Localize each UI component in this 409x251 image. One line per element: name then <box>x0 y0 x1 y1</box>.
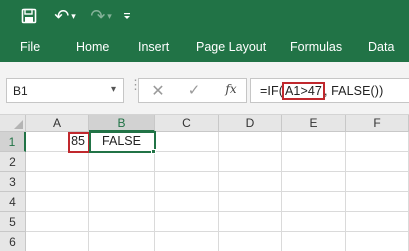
quick-access-toolbar: ↶ ▾ ↷ ▾ <box>0 0 409 32</box>
formula-text: =IF(A1>47, FALSE()) <box>260 82 384 100</box>
cell-b2[interactable] <box>89 152 155 172</box>
cell-f4[interactable] <box>346 192 409 212</box>
cell-f3[interactable] <box>346 172 409 192</box>
cell-d6[interactable] <box>219 232 282 251</box>
cell-a4[interactable] <box>26 192 89 212</box>
cell-a1[interactable]: 85 <box>26 132 89 152</box>
cell-d2[interactable] <box>219 152 282 172</box>
tab-file[interactable]: File <box>20 32 40 62</box>
row-header-4[interactable]: 4 <box>0 192 26 212</box>
undo-dropdown-icon[interactable]: ▾ <box>71 11 76 22</box>
cell-f6[interactable] <box>346 232 409 251</box>
row-header-1[interactable]: 1 <box>0 132 26 152</box>
formula-input[interactable]: =IF(A1>47, FALSE()) <box>250 78 409 103</box>
cell-b5[interactable] <box>89 212 155 232</box>
column-header-f[interactable]: F <box>346 115 409 132</box>
formula-prefix: =IF( <box>260 84 283 98</box>
enter-icon[interactable]: ✓ <box>185 81 203 101</box>
customize-icon[interactable] <box>120 6 134 26</box>
undo-glyph: ↶ <box>54 6 70 26</box>
column-header-c[interactable]: C <box>155 115 219 132</box>
column-header-b[interactable]: B <box>89 115 155 132</box>
select-all-button[interactable] <box>0 115 26 132</box>
row-header-6[interactable]: 6 <box>0 232 26 251</box>
formula-suffix: , FALSE()) <box>323 84 384 98</box>
cell-d3[interactable] <box>219 172 282 192</box>
cell-f1[interactable] <box>346 132 409 152</box>
cell-e1[interactable] <box>282 132 346 152</box>
formula-buttons: ✕ ✓ fx <box>138 78 247 103</box>
cancel-icon[interactable]: ✕ <box>149 81 167 101</box>
tab-formulas[interactable]: Formulas <box>290 32 342 62</box>
cell-b1[interactable]: FALSE <box>89 132 155 152</box>
name-box[interactable]: B1 ▾ <box>6 78 124 103</box>
select-all-triangle-icon <box>14 120 23 129</box>
cell-a2[interactable] <box>26 152 89 172</box>
cell-b4[interactable] <box>89 192 155 212</box>
cell-f5[interactable] <box>346 212 409 232</box>
cell-c1[interactable] <box>155 132 219 152</box>
name-box-dropdown-icon[interactable]: ▾ <box>111 84 116 95</box>
row-header-5[interactable]: 5 <box>0 212 26 232</box>
column-header-e[interactable]: E <box>282 115 346 132</box>
row-header-2[interactable]: 2 <box>0 152 26 172</box>
formula-reference-highlight: A1>47 <box>281 82 325 100</box>
cell-c2[interactable] <box>155 152 219 172</box>
save-icon[interactable] <box>19 6 39 26</box>
cell-c5[interactable] <box>155 212 219 232</box>
tab-home[interactable]: Home <box>76 32 109 62</box>
fill-handle[interactable] <box>151 149 156 154</box>
cell-d1[interactable] <box>219 132 282 152</box>
cell-e6[interactable] <box>282 232 346 251</box>
cell-a3[interactable] <box>26 172 89 192</box>
redo-glyph: ↷ <box>90 6 106 26</box>
column-header-d[interactable]: D <box>219 115 282 132</box>
cell-a5[interactable] <box>26 212 89 232</box>
cell-b3[interactable] <box>89 172 155 192</box>
cell-e5[interactable] <box>282 212 346 232</box>
cell-e3[interactable] <box>282 172 346 192</box>
insert-function-icon[interactable]: fx <box>222 82 240 100</box>
tab-insert[interactable]: Insert <box>138 32 169 62</box>
tab-data[interactable]: Data <box>368 32 394 62</box>
cell-e2[interactable] <box>282 152 346 172</box>
name-box-value: B1 <box>13 84 28 98</box>
formula-bar-resize-handle[interactable]: ⋮ <box>129 78 142 100</box>
formula-bar-area: B1 ▾ ⋮ ✕ ✓ fx =IF(A1>47, FALSE()) <box>0 62 409 115</box>
cell-d4[interactable] <box>219 192 282 212</box>
ribbon-tabs: File Home Insert Page Layout Formulas Da… <box>0 32 409 62</box>
cell-f2[interactable] <box>346 152 409 172</box>
cell-e4[interactable] <box>282 192 346 212</box>
worksheet-grid[interactable]: A B C D E F 1 2 3 4 5 6 85 FALSE <box>0 115 409 251</box>
row-header-3[interactable]: 3 <box>0 172 26 192</box>
column-header-a[interactable]: A <box>26 115 89 132</box>
undo-icon[interactable]: ↶ ▾ <box>50 6 80 26</box>
redo-icon[interactable]: ↷ ▾ <box>88 6 114 26</box>
redo-dropdown-icon[interactable]: ▾ <box>107 11 112 22</box>
cell-b6[interactable] <box>89 232 155 251</box>
cell-d5[interactable] <box>219 212 282 232</box>
cell-c4[interactable] <box>155 192 219 212</box>
cell-c3[interactable] <box>155 172 219 192</box>
tab-page-layout[interactable]: Page Layout <box>196 32 266 62</box>
cell-a6[interactable] <box>26 232 89 251</box>
cell-c6[interactable] <box>155 232 219 251</box>
